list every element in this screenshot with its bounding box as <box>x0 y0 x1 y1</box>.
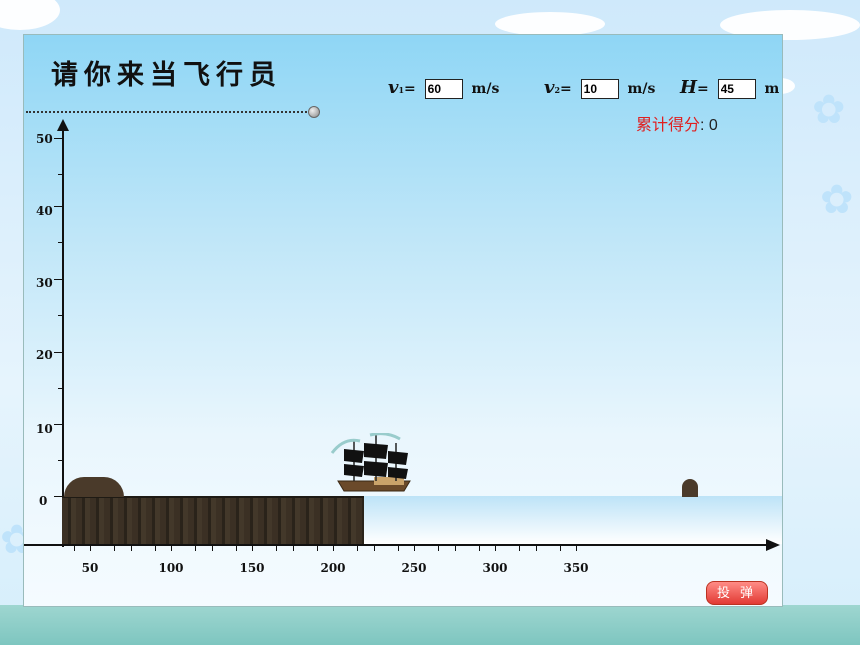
v2-unit: m/s <box>627 81 656 97</box>
x-tick <box>236 545 237 551</box>
x-tick-label: 100 <box>158 561 184 575</box>
x-tick <box>536 545 537 551</box>
y-tick <box>54 424 64 425</box>
v2-symbol: v <box>544 77 555 98</box>
x-tick-label: 300 <box>482 561 508 575</box>
x-tick <box>90 545 91 551</box>
h-unit: m <box>764 81 780 97</box>
x-tick-label: 150 <box>239 561 265 575</box>
x-tick-label: 200 <box>320 561 346 575</box>
x-tick <box>155 545 156 551</box>
param-height: H= m <box>680 77 779 99</box>
y-tick <box>58 460 64 461</box>
flower-decoration: ✿ <box>812 87 846 133</box>
x-tick <box>495 545 496 551</box>
y-tick-label: 30 <box>36 276 53 290</box>
x-tick <box>414 545 415 551</box>
x-tick <box>333 545 334 551</box>
simulation-stage: 请你来当飞行员 v1= m/s v2= m/s H= m 累计得分: 0 50 … <box>23 34 783 607</box>
x-tick <box>576 545 577 551</box>
y-tick-label: 50 <box>36 132 53 146</box>
v2-input[interactable] <box>580 79 619 99</box>
sailing-ship-icon <box>330 433 411 492</box>
y-tick-label: 10 <box>36 422 53 436</box>
y-tick <box>58 242 64 243</box>
height-input[interactable] <box>717 79 756 99</box>
x-tick-label: 350 <box>563 561 589 575</box>
score-label: 累计得分 <box>636 117 701 134</box>
y-axis-arrow <box>57 119 69 131</box>
x-tick <box>374 545 375 551</box>
v1-input[interactable] <box>424 79 463 99</box>
x-tick <box>455 545 456 551</box>
score-separator: : <box>700 117 705 134</box>
y-tick <box>54 206 64 207</box>
y-tick-label: 40 <box>36 204 53 218</box>
y-tick <box>58 174 64 175</box>
x-tick <box>479 545 480 551</box>
h-symbol: H <box>680 77 698 98</box>
score-value: 0 <box>708 117 718 134</box>
y-tick <box>54 138 64 139</box>
x-tick <box>74 545 75 551</box>
x-tick <box>317 545 318 551</box>
param-v1: v1= m/s <box>388 77 499 99</box>
h-equals: = <box>697 81 709 97</box>
y-axis <box>62 121 64 547</box>
x-tick <box>212 545 213 551</box>
param-v2: v2= m/s <box>544 77 655 99</box>
x-tick <box>114 545 115 551</box>
x-tick <box>357 545 358 551</box>
x-tick <box>438 545 439 551</box>
x-tick-label: 250 <box>401 561 427 575</box>
v1-equals: = <box>404 81 416 97</box>
y-tick-label: 20 <box>36 348 53 362</box>
v1-symbol: v <box>388 77 399 98</box>
x-axis-arrow <box>766 539 780 551</box>
x-tick <box>171 545 172 551</box>
y-tick <box>54 352 64 353</box>
cloud-decoration <box>495 12 605 36</box>
flower-decoration: ✿ <box>820 177 854 223</box>
x-tick <box>276 545 277 551</box>
score-display: 累计得分: 0 <box>636 111 718 135</box>
x-tick <box>293 545 294 551</box>
sea-surface <box>364 496 782 544</box>
x-tick <box>519 545 520 551</box>
background-band <box>0 605 860 645</box>
y-tick-label: 0 <box>39 494 48 508</box>
y-tick <box>54 279 64 280</box>
v2-equals: = <box>560 81 572 97</box>
page-title: 请你来当飞行员 <box>51 60 282 91</box>
x-axis <box>24 544 774 546</box>
v1-unit: m/s <box>471 81 500 97</box>
slider-knob-icon[interactable] <box>308 106 320 118</box>
drop-bomb-button[interactable]: 投弹 <box>706 581 768 605</box>
height-line <box>26 111 311 113</box>
y-tick <box>58 388 64 389</box>
x-tick <box>560 545 561 551</box>
x-tick-label: 50 <box>81 561 99 575</box>
y-tick <box>58 315 64 316</box>
x-tick <box>131 545 132 551</box>
land-strip <box>62 496 364 546</box>
rock-right <box>682 479 698 497</box>
cloud-decoration <box>0 0 60 30</box>
x-tick <box>252 545 253 551</box>
rock-left <box>64 477 124 497</box>
x-tick <box>398 545 399 551</box>
x-tick <box>195 545 196 551</box>
